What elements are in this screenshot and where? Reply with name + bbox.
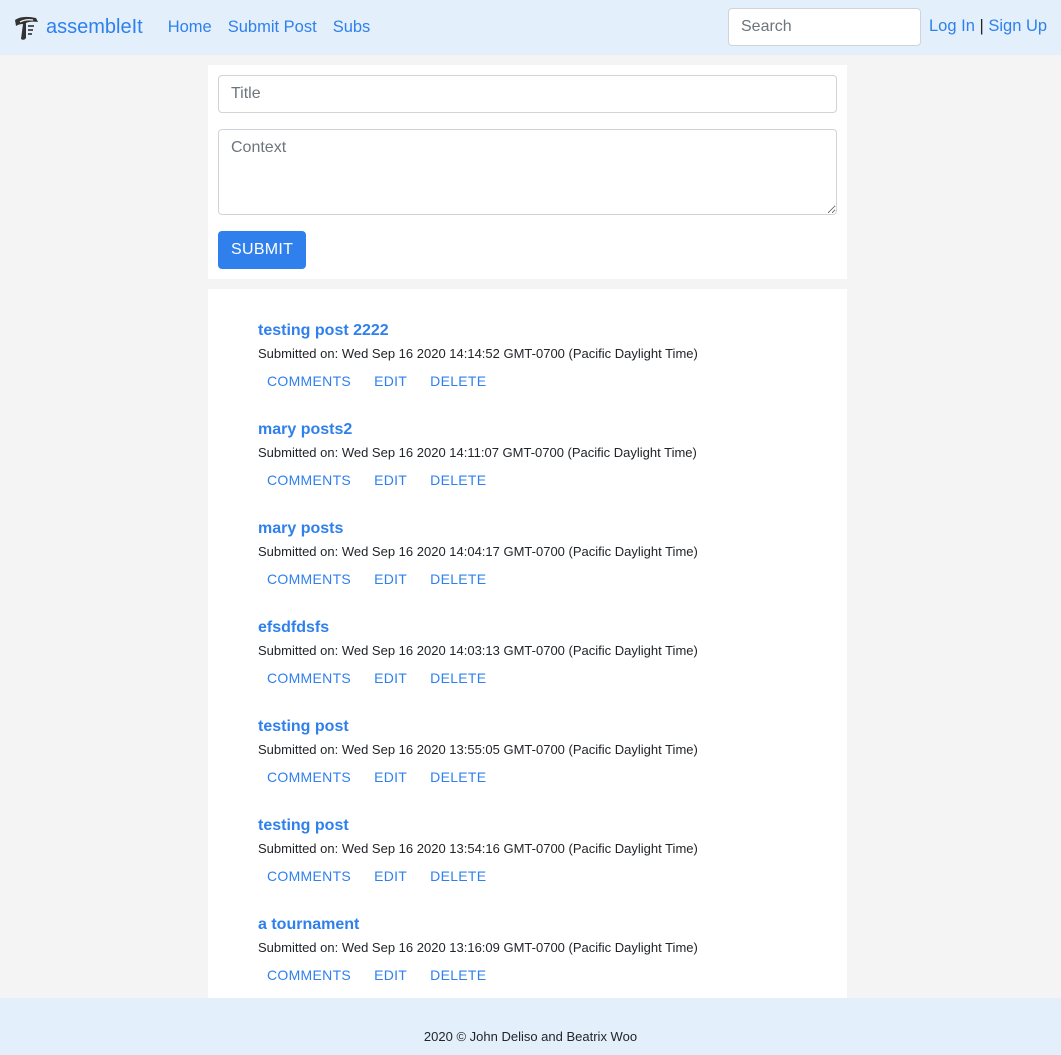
submit-button[interactable]: SUBMIT xyxy=(218,231,307,269)
nav-subs-link[interactable]: Subs xyxy=(333,18,371,37)
comments-button[interactable]: COMMENTS xyxy=(267,571,351,587)
assembleit-logo-icon xyxy=(12,14,40,42)
comments-button[interactable]: COMMENTS xyxy=(267,472,351,488)
context-textarea[interactable] xyxy=(218,129,837,215)
post-submitted-date: Submitted on: Wed Sep 16 2020 14:04:17 G… xyxy=(258,544,698,559)
post-item: testing post 2222 Submitted on: Wed Sep … xyxy=(258,322,847,421)
post-actions: COMMENTS EDIT DELETE xyxy=(267,670,847,686)
comments-button[interactable]: COMMENTS xyxy=(267,670,351,686)
post-actions: COMMENTS EDIT DELETE xyxy=(267,571,847,587)
post-submitted-date: Submitted on: Wed Sep 16 2020 13:54:16 G… xyxy=(258,841,698,856)
edit-button[interactable]: EDIT xyxy=(374,769,407,785)
post-actions: COMMENTS EDIT DELETE xyxy=(267,868,847,884)
auth-separator: | xyxy=(979,17,984,35)
post-actions: COMMENTS EDIT DELETE xyxy=(267,967,847,983)
comments-button[interactable]: COMMENTS xyxy=(267,967,351,983)
delete-button[interactable]: DELETE xyxy=(430,967,486,983)
copyright-text: 2020 © John Deliso and Beatrix Woo xyxy=(423,1029,638,1044)
post-title-link[interactable]: a tournament xyxy=(258,916,847,940)
auth-links: Log In | Sign Up xyxy=(929,17,1047,36)
post-item: mary posts2 Submitted on: Wed Sep 16 202… xyxy=(258,421,847,520)
edit-button[interactable]: EDIT xyxy=(374,373,407,389)
nav-submit-post-link[interactable]: Submit Post xyxy=(228,18,317,37)
navbar: assembleIt Home Submit Post Subs Log In … xyxy=(0,0,1061,55)
delete-button[interactable]: DELETE xyxy=(430,571,486,587)
post-submitted-date: Submitted on: Wed Sep 16 2020 14:14:52 G… xyxy=(258,346,698,361)
comments-button[interactable]: COMMENTS xyxy=(267,769,351,785)
comments-button[interactable]: COMMENTS xyxy=(267,373,351,389)
delete-button[interactable]: DELETE xyxy=(430,769,486,785)
edit-button[interactable]: EDIT xyxy=(374,967,407,983)
post-item: mary posts Submitted on: Wed Sep 16 2020… xyxy=(258,520,847,619)
delete-button[interactable]: DELETE xyxy=(430,472,486,488)
signup-link[interactable]: Sign Up xyxy=(988,17,1047,35)
post-title-link[interactable]: testing post xyxy=(258,718,847,742)
post-actions: COMMENTS EDIT DELETE xyxy=(267,769,847,785)
edit-button[interactable]: EDIT xyxy=(374,472,407,488)
delete-button[interactable]: DELETE xyxy=(430,868,486,884)
post-list: testing post 2222 Submitted on: Wed Sep … xyxy=(208,289,847,998)
nav-home-link[interactable]: Home xyxy=(168,18,212,37)
post-item: testing post Submitted on: Wed Sep 16 20… xyxy=(258,718,847,817)
footer: 2020 © John Deliso and Beatrix Woo xyxy=(0,998,1061,1055)
delete-button[interactable]: DELETE xyxy=(430,373,486,389)
search-input[interactable] xyxy=(728,8,921,46)
submit-post-form: SUBMIT xyxy=(208,65,847,279)
post-actions: COMMENTS EDIT DELETE xyxy=(267,472,847,488)
edit-button[interactable]: EDIT xyxy=(374,670,407,686)
post-title-link[interactable]: testing post 2222 xyxy=(258,322,847,346)
edit-button[interactable]: EDIT xyxy=(374,571,407,587)
brand-name: assembleIt xyxy=(46,16,143,38)
post-title-link[interactable]: mary posts xyxy=(258,520,847,544)
comments-button[interactable]: COMMENTS xyxy=(267,868,351,884)
post-submitted-date: Submitted on: Wed Sep 16 2020 14:11:07 G… xyxy=(258,445,697,460)
post-item: testing post Submitted on: Wed Sep 16 20… xyxy=(258,817,847,916)
login-link[interactable]: Log In xyxy=(929,17,975,35)
post-actions: COMMENTS EDIT DELETE xyxy=(267,373,847,389)
post-submitted-date: Submitted on: Wed Sep 16 2020 14:03:13 G… xyxy=(258,643,698,658)
delete-button[interactable]: DELETE xyxy=(430,670,486,686)
nav-links: Home Submit Post Subs xyxy=(168,18,387,37)
brand-link[interactable]: assembleIt xyxy=(12,14,143,42)
title-input[interactable] xyxy=(218,75,837,113)
post-title-link[interactable]: efsdfdsfs xyxy=(258,619,847,643)
post-submitted-date: Submitted on: Wed Sep 16 2020 13:55:05 G… xyxy=(258,742,698,757)
post-item: efsdfdsfs Submitted on: Wed Sep 16 2020 … xyxy=(258,619,847,718)
post-title-link[interactable]: testing post xyxy=(258,817,847,841)
edit-button[interactable]: EDIT xyxy=(374,868,407,884)
post-title-link[interactable]: mary posts2 xyxy=(258,421,847,445)
post-submitted-date: Submitted on: Wed Sep 16 2020 13:16:09 G… xyxy=(258,940,698,955)
